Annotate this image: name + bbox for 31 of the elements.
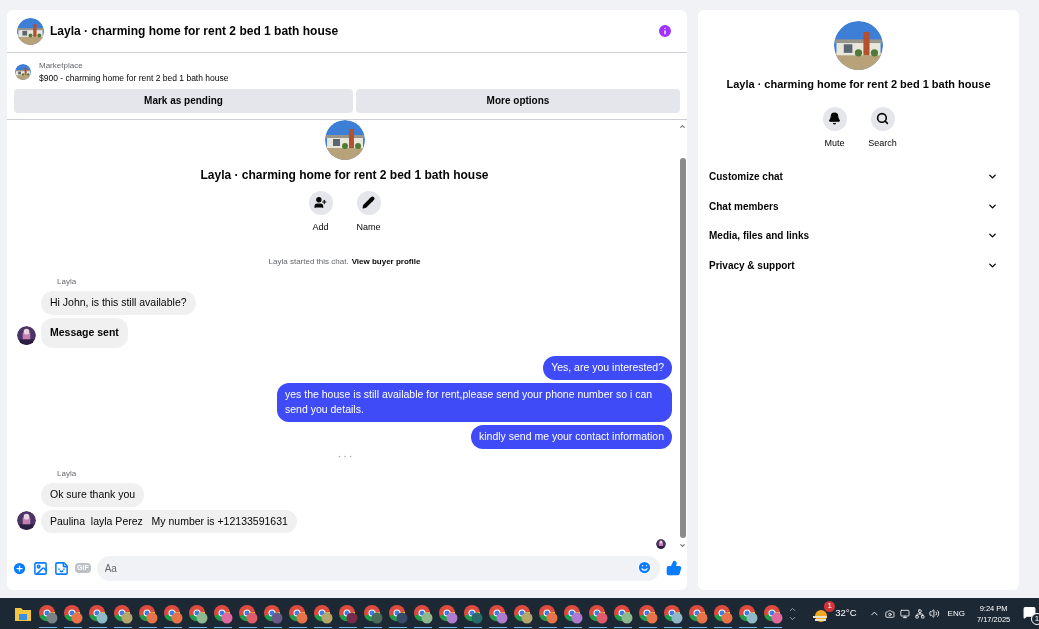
incoming-message: Message sent (41, 318, 128, 348)
incoming-message: Hi John, is this still available? (41, 291, 196, 315)
listing-source: Marketplace (39, 60, 84, 72)
action-label: Mute (824, 136, 845, 150)
buyer-profile-link[interactable]: View buyer profile (351, 256, 421, 269)
outgoing-message: kindly send me your contact information (471, 425, 672, 449)
temperature: 32°C (835, 606, 857, 621)
sender-name: Layla (57, 276, 78, 289)
weather-badge: 1 (824, 600, 836, 612)
details-section[interactable]: Privacy & support (709, 250, 1008, 280)
action-label: Add (312, 220, 329, 234)
incoming-message: Ok sure thank you (41, 482, 145, 507)
message-input[interactable]: Aa (96, 556, 660, 581)
action-label: Name (356, 220, 381, 234)
chat-title: Layla · charming home for rent 2 bed 1 bath house (50, 23, 340, 40)
outgoing-message: Yes, are you interested? (543, 355, 672, 380)
listing-action-button[interactable]: Mark as pending (14, 88, 353, 113)
outgoing-message: yes the house is still available for rent,please send your phone number so i can send you details. (277, 382, 672, 422)
chat-notice: Layla started this chat. (268, 256, 349, 269)
details-section[interactable]: Media, files and links (709, 221, 1008, 251)
details-title: Layla · charming home for rent 2 bed 1 bath house (726, 77, 991, 92)
listing-description: $900 - charming home for rent 2 bed 1 bath house (39, 72, 229, 85)
action-label: Search (868, 136, 897, 150)
details-section[interactable]: Chat members (709, 191, 1008, 221)
sender-name: Layla (57, 467, 78, 480)
language-indicator[interactable]: ENG (947, 607, 965, 620)
details-section[interactable]: Customize chat (709, 162, 1008, 192)
chat-intro-title: Layla · charming home for rent 2 bed 1 bath house (200, 166, 489, 184)
notification-badge: 1 (1031, 612, 1039, 625)
listing-action-button[interactable]: More options (356, 88, 680, 113)
incoming-message: Paulina layla Perez My number is +12133591631 (41, 509, 297, 534)
